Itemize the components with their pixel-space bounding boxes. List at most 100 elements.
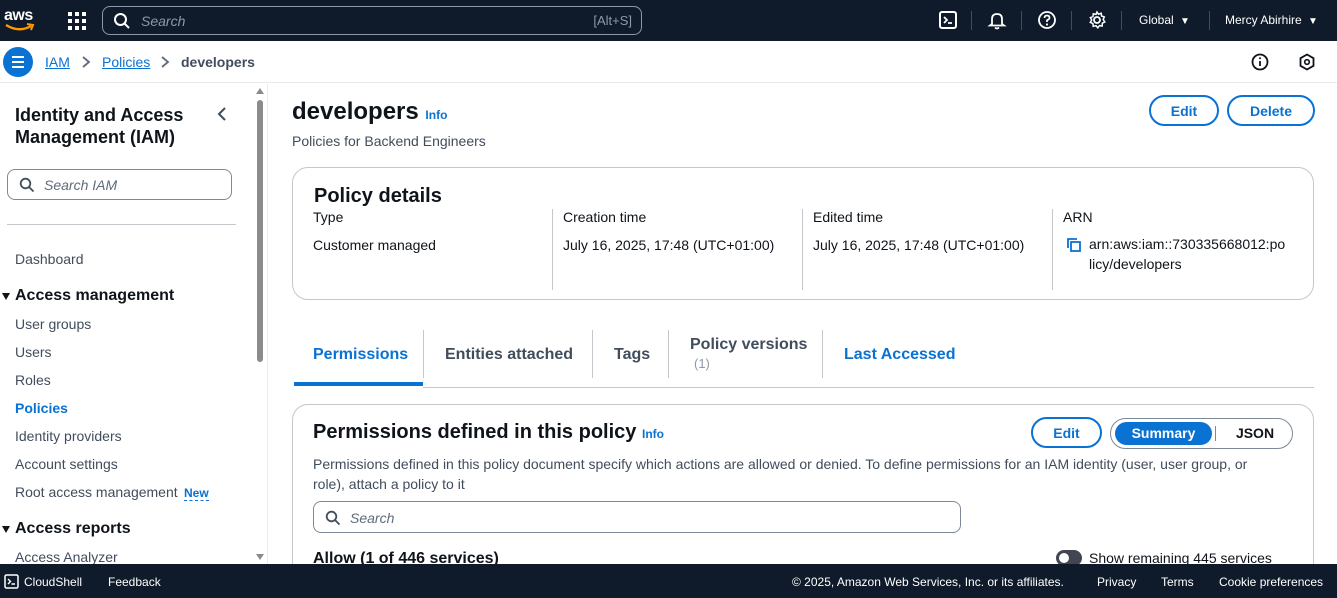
sidebar-item-user-groups[interactable]: User groups: [15, 316, 91, 332]
edited-time-value: July 16, 2025, 17:48 (UTC+01:00): [813, 237, 1025, 253]
gear-icon[interactable]: [1087, 10, 1107, 30]
permissions-search-input[interactable]: Search: [313, 501, 961, 533]
hamburger-icon: [12, 56, 24, 68]
collapse-sidebar-icon[interactable]: [216, 106, 228, 122]
sidebar-section-access-reports[interactable]: Access reports: [15, 520, 131, 538]
sidebar-item-account-settings[interactable]: Account settings: [15, 456, 118, 472]
type-label: Type: [313, 209, 344, 225]
divider: [971, 11, 972, 30]
menu-toggle-button[interactable]: [3, 47, 33, 77]
caret-down-icon: ▼: [1308, 16, 1318, 27]
breadcrumb-policies[interactable]: Policies: [102, 54, 150, 70]
caret-down-icon[interactable]: [2, 293, 10, 300]
sidebar-item-dashboard[interactable]: Dashboard: [15, 251, 84, 267]
cloudshell-icon[interactable]: [938, 10, 958, 30]
view-mode-toggle: Summary JSON: [1110, 418, 1293, 449]
scroll-down-icon[interactable]: [255, 553, 265, 561]
caret-down-icon[interactable]: [2, 526, 10, 533]
summary-view-button[interactable]: Summary: [1115, 422, 1212, 445]
top-navigation-bar: aws Search [Alt+S] Global ▼ Mercy Abirhi…: [0, 0, 1337, 41]
divider: [668, 330, 669, 378]
tab-policy-versions[interactable]: Policy versions (1): [690, 336, 807, 371]
region-label: Global: [1139, 13, 1174, 27]
divider: [423, 330, 424, 378]
account-menu[interactable]: Mercy Abirhire ▼: [1225, 13, 1318, 27]
global-search-input[interactable]: Search [Alt+S]: [102, 6, 642, 35]
caret-down-icon: ▼: [1180, 16, 1190, 27]
terms-link[interactable]: Terms: [1161, 575, 1194, 589]
help-icon[interactable]: [1037, 10, 1057, 30]
info-link[interactable]: Info: [642, 427, 664, 441]
divider: [1052, 209, 1053, 290]
region-selector[interactable]: Global ▼: [1139, 13, 1190, 27]
divider: [1121, 11, 1122, 30]
main-content: developers Info Policies for Backend Eng…: [268, 84, 1337, 584]
type-column: Type Customer managed: [313, 209, 436, 289]
divider: [1209, 11, 1210, 30]
edit-button[interactable]: Edit: [1149, 95, 1219, 126]
copyright-text: © 2025, Amazon Web Services, Inc. or its…: [792, 575, 1064, 589]
json-view-button[interactable]: JSON: [1221, 422, 1289, 445]
cookie-preferences-link[interactable]: Cookie preferences: [1219, 575, 1323, 589]
sidebar-item-policies[interactable]: Policies: [15, 400, 68, 416]
divider: [592, 330, 593, 378]
sidebar-search-input[interactable]: Search IAM: [7, 169, 232, 200]
arn-column: ARN arn:aws:iam::730335668012:po licy/de…: [1063, 209, 1285, 289]
policy-name: developers: [292, 98, 419, 125]
bell-icon[interactable]: [987, 10, 1007, 30]
user-name: Mercy Abirhire: [1225, 13, 1302, 27]
search-icon: [325, 510, 341, 526]
edited-column: Edited time July 16, 2025, 17:48 (UTC+01…: [813, 209, 1024, 289]
divider: [802, 209, 803, 290]
apps-grid-icon[interactable]: [67, 11, 87, 31]
edit-permissions-button[interactable]: Edit: [1031, 417, 1102, 448]
active-tab-indicator: [294, 382, 423, 386]
search-icon: [19, 177, 35, 193]
policy-versions-count: (1): [694, 356, 710, 371]
sidebar-item-roles[interactable]: Roles: [15, 372, 51, 388]
sidebar-item-root-access-management[interactable]: Root access management: [15, 484, 178, 500]
breadcrumb-bar: IAM Policies developers: [0, 41, 1337, 83]
permissions-heading-text: Permissions defined in this policy: [313, 421, 637, 443]
divider: [822, 330, 823, 378]
arn-line: licy/developers: [1089, 256, 1182, 272]
policy-details-heading: Policy details: [314, 185, 442, 207]
footer-bar: CloudShell Feedback © 2025, Amazon Web S…: [0, 564, 1337, 598]
page-subtitle: Policies for Backend Engineers: [292, 133, 486, 149]
search-shortcut: [Alt+S]: [593, 13, 632, 28]
divider: [552, 209, 553, 290]
privacy-link[interactable]: Privacy: [1097, 575, 1136, 589]
tab-tags[interactable]: Tags: [614, 346, 650, 364]
tab-permissions[interactable]: Permissions: [313, 346, 408, 364]
feedback-link[interactable]: Feedback: [108, 575, 161, 589]
delete-button[interactable]: Delete: [1227, 95, 1315, 126]
sidebar: Identity and Access Management (IAM) Sea…: [0, 84, 268, 564]
breadcrumb-iam[interactable]: IAM: [45, 54, 70, 70]
sidebar-item-users[interactable]: Users: [15, 344, 52, 360]
scroll-up-icon[interactable]: [255, 87, 265, 95]
cloudshell-link[interactable]: CloudShell: [24, 575, 82, 589]
cloudshell-icon[interactable]: [4, 574, 19, 589]
creation-time-value: July 16, 2025, 17:48 (UTC+01:00): [563, 237, 775, 253]
permissions-search-placeholder: Search: [350, 510, 395, 526]
hexagon-settings-icon[interactable]: [1298, 53, 1316, 71]
creation-column: Creation time July 16, 2025, 17:48 (UTC+…: [563, 209, 774, 289]
info-circle-icon[interactable]: [1251, 53, 1269, 71]
search-placeholder: Search: [141, 12, 186, 29]
new-badge: New: [184, 486, 209, 501]
type-value: Customer managed: [313, 237, 436, 253]
tab-last-accessed[interactable]: Last Accessed: [844, 346, 955, 364]
info-link[interactable]: Info: [425, 108, 447, 122]
sidebar-item-access-analyzer[interactable]: Access Analyzer: [15, 549, 118, 564]
scrollbar-thumb[interactable]: [257, 100, 263, 362]
sidebar-search-placeholder: Search IAM: [44, 177, 118, 193]
tab-entities-attached[interactable]: Entities attached: [445, 346, 573, 364]
arn-line: arn:aws:iam::730335668012:po: [1089, 236, 1286, 252]
aws-logo[interactable]: aws: [4, 8, 38, 34]
tabs-baseline: [423, 387, 1314, 388]
divider: [1071, 11, 1072, 30]
sidebar-item-identity-providers[interactable]: Identity providers: [15, 428, 122, 444]
aws-smile-icon: [5, 23, 35, 31]
sidebar-section-access-management[interactable]: Access management: [15, 287, 174, 305]
copy-icon[interactable]: [1066, 237, 1082, 253]
